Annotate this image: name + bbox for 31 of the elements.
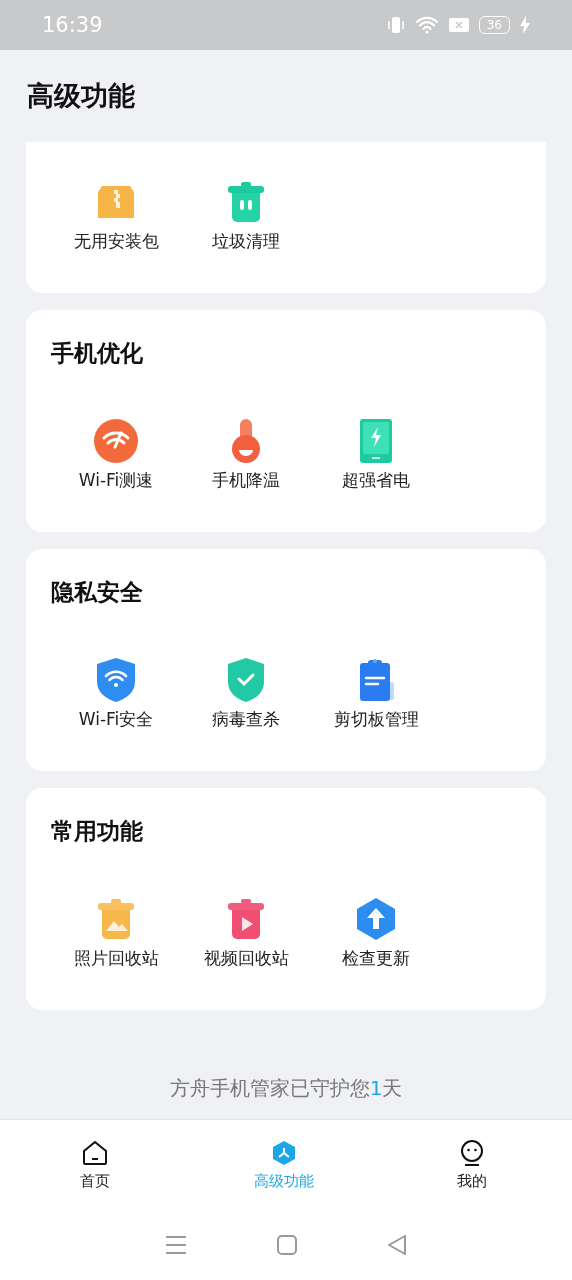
nav-tab[interactable]: 首页: [55, 1139, 135, 1191]
protection-notice: 方舟手机管家已守护您1天: [168, 1075, 404, 1102]
home-icon: [82, 1139, 108, 1166]
feature-item[interactable]: Wi-Fi安全: [51, 658, 181, 731]
wifi-speedometer-icon: [94, 419, 138, 463]
feature-item[interactable]: Wi-Fi测速: [51, 419, 181, 492]
section-title: 隐私安全: [51, 578, 144, 607]
nav-tab[interactable]: 我的: [432, 1139, 512, 1191]
update-arrow-icon: [354, 897, 398, 941]
feature-item[interactable]: 手机降温: [181, 419, 311, 492]
back-icon[interactable]: [387, 1234, 407, 1256]
menu-icon[interactable]: [165, 1235, 187, 1255]
section-title: 手机优化: [51, 339, 144, 368]
section-title: 常用功能: [51, 817, 144, 846]
feature-item[interactable]: 无用安装包: [51, 180, 181, 253]
charging-icon: [520, 16, 530, 34]
feature-item[interactable]: 视频回收站: [181, 897, 311, 970]
wifi-icon: [414, 16, 439, 34]
feature-item[interactable]: 病毒查杀: [181, 658, 311, 731]
page-title: 高级功能: [26, 79, 136, 113]
feature-item[interactable]: 剪切板管理: [311, 658, 441, 731]
home-square-icon[interactable]: [277, 1235, 297, 1255]
profile-face-icon: [459, 1139, 485, 1166]
feature-item[interactable]: 垃圾清理: [181, 180, 311, 253]
vibrate-icon: [386, 16, 405, 34]
wifi-shield-icon: [94, 658, 138, 702]
feature-item[interactable]: 超强省电: [311, 419, 441, 492]
feature-item[interactable]: 检查更新: [311, 897, 441, 970]
feature-item[interactable]: 照片回收站: [51, 897, 181, 970]
sim-icon: [448, 17, 469, 33]
hexagon-icon: [270, 1139, 297, 1166]
